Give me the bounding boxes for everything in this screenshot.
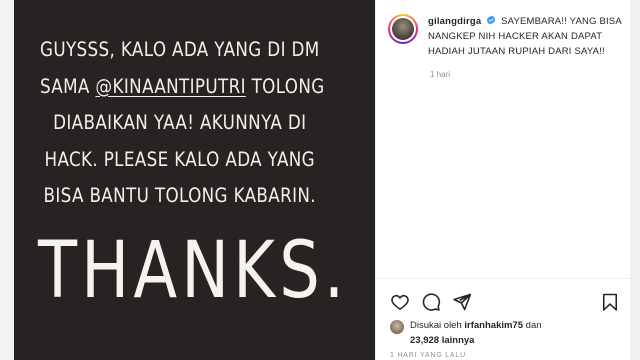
post-time: 1 hari bbox=[430, 70, 451, 79]
avatar-ring-inner bbox=[390, 16, 416, 42]
post-image[interactable]: GUYSSS, KALO ADA YANG DI DM SAMA @KINAAN… bbox=[14, 0, 375, 360]
story-line: BISA BANTU TOLONG KABARIN. bbox=[43, 184, 316, 207]
story-line: HACK. PLEASE KALO ADA YANG bbox=[44, 147, 315, 171]
caption: gilangdirga SAYEMBARA!! YANG BISA NANGKE… bbox=[428, 14, 624, 59]
bookmark-icon[interactable] bbox=[600, 292, 620, 312]
post-sidebar: gilangdirga SAYEMBARA!! YANG BISA NANGKE… bbox=[375, 0, 630, 360]
username-link[interactable]: gilangdirga bbox=[428, 16, 481, 27]
avatar-photo bbox=[392, 18, 414, 40]
page-left-edge bbox=[0, 0, 14, 360]
likes-summary: Disukai oleh irfanhakim75 dan bbox=[410, 320, 542, 331]
likes-prefix: Disukai oleh bbox=[410, 320, 462, 331]
verified-badge-icon bbox=[487, 15, 496, 25]
avatar[interactable] bbox=[388, 14, 418, 44]
heart-icon[interactable] bbox=[390, 292, 410, 312]
page-right-edge bbox=[630, 0, 640, 360]
likes-count: 23,928 bbox=[410, 335, 440, 346]
post-date: 1 HARI YANG LALU bbox=[390, 352, 466, 359]
divider bbox=[376, 278, 630, 279]
liker-username[interactable]: irfanhakim75 bbox=[464, 320, 523, 331]
story-text: GUYSSS, KALO ADA YANG DI DM SAMA @KINAAN… bbox=[40, 32, 324, 215]
story-line: GUYSSS, KALO ADA YANG DI DM bbox=[40, 38, 320, 61]
story-line: SAMA @KINAANTIPUTRI TOLONG bbox=[40, 69, 324, 106]
story-line-prefix: SAMA bbox=[40, 74, 96, 98]
thanks-text: THANKS. bbox=[38, 226, 349, 316]
likes-suffix: lainnya bbox=[441, 335, 475, 346]
likes-count-line[interactable]: 23,928 lainnya bbox=[410, 335, 474, 346]
story-line-suffix: TOLONG bbox=[251, 74, 325, 98]
action-bar bbox=[390, 292, 620, 314]
story-line: DIABAIKAN YAA! AKUNNYA DI bbox=[53, 111, 307, 134]
mentioned-handle: @KINAANTIPUTRI bbox=[95, 74, 246, 98]
likes-joiner: dan bbox=[525, 320, 542, 331]
liker-avatar[interactable] bbox=[390, 320, 404, 334]
comment-icon[interactable] bbox=[421, 292, 441, 312]
share-icon[interactable] bbox=[452, 292, 472, 312]
